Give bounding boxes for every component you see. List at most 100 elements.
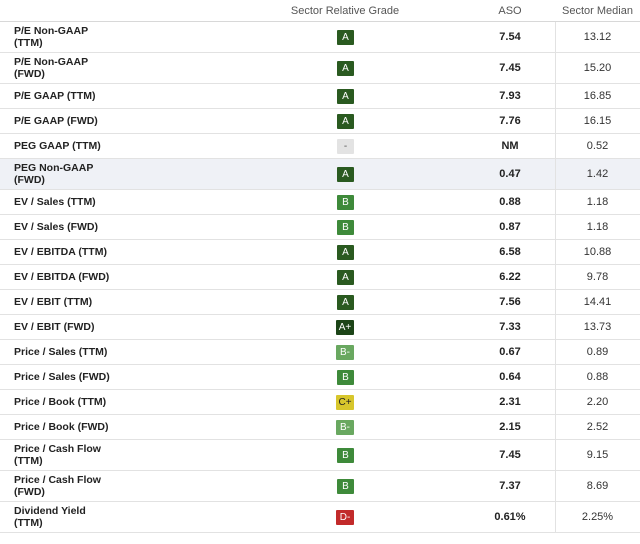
table-row: EV / EBITDA (TTM) A 6.58 10.88	[0, 240, 640, 265]
table-row: P/E Non-GAAP (FWD) A 7.45 15.20	[0, 53, 640, 84]
metric-label: Price / Sales (TTM)	[14, 346, 108, 358]
grade-badge: B	[337, 447, 354, 463]
grade-badge: A	[337, 113, 354, 129]
metric-label: EV / EBIT (FWD)	[14, 321, 95, 333]
metric-label: EV / EBITDA (FWD)	[14, 271, 110, 283]
grade-badge: B	[337, 219, 354, 235]
grade-badge: A+	[336, 319, 354, 335]
metric-label: P/E GAAP (TTM)	[14, 90, 96, 102]
sector-median-value: 2.25%	[581, 511, 614, 523]
sector-median-value: 14.41	[583, 296, 612, 308]
metric-label: P/E GAAP (FWD)	[14, 115, 98, 127]
metric-label: EV / Sales (TTM)	[14, 196, 96, 208]
grade-badge: A	[337, 29, 354, 45]
grade-badge: B-	[336, 419, 354, 435]
sector-median-value: 2.52	[586, 421, 609, 433]
table-row: PEG GAAP (TTM) - NM 0.52	[0, 134, 640, 159]
table-row: Dividend Yield (TTM) D- 0.61% 2.25%	[0, 502, 640, 533]
aso-value: 6.58	[499, 246, 521, 258]
table-row: Price / Book (FWD) B- 2.15 2.52	[0, 415, 640, 440]
metric-label: PEG Non-GAAP (FWD)	[14, 162, 94, 186]
table-header: Sector Relative Grade ASO Sector Median	[0, 0, 640, 22]
table-row: P/E Non-GAAP (TTM) A 7.54 13.12	[0, 22, 640, 53]
table-row: EV / EBIT (FWD) A+ 7.33 13.73	[0, 315, 640, 340]
aso-value: 0.87	[499, 221, 521, 233]
grade-badge: A	[337, 60, 354, 76]
aso-value: 6.22	[499, 271, 521, 283]
grade-badge: A	[337, 294, 354, 310]
metric-label: PEG GAAP (TTM)	[14, 140, 101, 152]
table-row: EV / Sales (TTM) B 0.88 1.18	[0, 190, 640, 215]
grade-badge: A	[337, 269, 354, 285]
metric-label: Price / Cash Flow (TTM)	[14, 443, 101, 467]
sector-median-value: 1.42	[586, 168, 609, 180]
aso-value: 0.61%	[494, 511, 526, 523]
sector-median-value: 1.18	[586, 221, 609, 233]
table-row: EV / EBIT (TTM) A 7.56 14.41	[0, 290, 640, 315]
header-sector-median: Sector Median	[562, 5, 633, 17]
table-row: P/E GAAP (FWD) A 7.76 16.15	[0, 109, 640, 134]
grade-badge: A	[337, 166, 354, 182]
aso-value: 0.88	[499, 196, 521, 208]
aso-value: 7.93	[499, 90, 521, 102]
sector-median-value: 2.20	[586, 396, 609, 408]
grade-badge: A	[337, 244, 354, 260]
aso-value: 7.45	[499, 62, 521, 74]
sector-median-value: 9.15	[586, 449, 609, 461]
aso-value: 7.33	[499, 321, 521, 333]
table-row: PEG Non-GAAP (FWD) A 0.47 1.42	[0, 159, 640, 190]
sector-median-value: 16.85	[583, 90, 612, 102]
metric-label: Price / Book (TTM)	[14, 396, 107, 408]
metric-label: EV / Sales (FWD)	[14, 221, 99, 233]
grade-badge: B	[337, 194, 354, 210]
aso-value: 7.76	[499, 115, 521, 127]
sector-median-value: 0.89	[586, 346, 609, 358]
sector-median-value: 8.69	[586, 480, 609, 492]
sector-median-value: 9.78	[586, 271, 609, 283]
table-row: Price / Sales (TTM) B- 0.67 0.89	[0, 340, 640, 365]
metric-label: EV / EBITDA (TTM)	[14, 246, 107, 258]
valuation-table: Sector Relative Grade ASO Sector Median …	[0, 0, 640, 533]
aso-value: 7.54	[499, 31, 521, 43]
aso-value: 0.67	[499, 346, 521, 358]
grade-badge: B	[337, 478, 354, 494]
sector-median-value: 10.88	[583, 246, 612, 258]
table-row: Price / Sales (FWD) B 0.64 0.88	[0, 365, 640, 390]
metric-label: Price / Cash Flow (FWD)	[14, 474, 101, 498]
table-body: P/E Non-GAAP (TTM) A 7.54 13.12 P/E Non-GAAP(…	[0, 22, 640, 533]
sector-median-value: 13.73	[583, 321, 612, 333]
grade-badge: B-	[336, 344, 354, 360]
grade-badge: B	[337, 369, 354, 385]
sector-median-value: 15.20	[583, 62, 612, 74]
sector-median-value: 16.15	[583, 115, 612, 127]
header-aso: ASO	[498, 5, 522, 17]
metric-label: P/E Non-GAAP (TTM)	[14, 25, 89, 49]
table-row: Price / Book (TTM) C+ 2.31 2.20	[0, 390, 640, 415]
table-row: Price / Cash Flow (FWD) B 7.37 8.69	[0, 471, 640, 502]
grade-badge: D-	[336, 509, 354, 525]
grade-badge: C+	[336, 394, 354, 410]
metric-label: P/E Non-GAAP (FWD)	[14, 56, 89, 80]
aso-value: 0.64	[499, 371, 521, 383]
aso-value: 2.31	[499, 396, 521, 408]
aso-value: 7.45	[499, 449, 521, 461]
table-row: EV / Sales (FWD) B 0.87 1.18	[0, 215, 640, 240]
sector-median-value: 0.88	[586, 371, 609, 383]
sector-median-value: 1.18	[586, 196, 609, 208]
sector-median-value: 0.52	[586, 140, 609, 152]
metric-label: EV / EBIT (TTM)	[14, 296, 93, 308]
aso-value: NM	[501, 140, 519, 152]
table-row: EV / EBITDA (FWD) A 6.22 9.78	[0, 265, 640, 290]
sector-median-value: 13.12	[583, 31, 612, 43]
grade-badge: A	[337, 88, 354, 104]
table-row: P/E GAAP (TTM) A 7.93 16.85	[0, 84, 640, 109]
aso-value: 2.15	[499, 421, 521, 433]
grade-badge: -	[337, 138, 354, 154]
metric-label: Price / Book (FWD)	[14, 421, 109, 433]
metric-label: Price / Sales (FWD)	[14, 371, 110, 383]
aso-value: 7.56	[499, 296, 521, 308]
table-row: Price / Cash Flow (TTM) B 7.45 9.15	[0, 440, 640, 471]
aso-value: 0.47	[499, 168, 521, 180]
aso-value: 7.37	[499, 480, 521, 492]
metric-label: Dividend Yield (TTM)	[14, 505, 86, 529]
